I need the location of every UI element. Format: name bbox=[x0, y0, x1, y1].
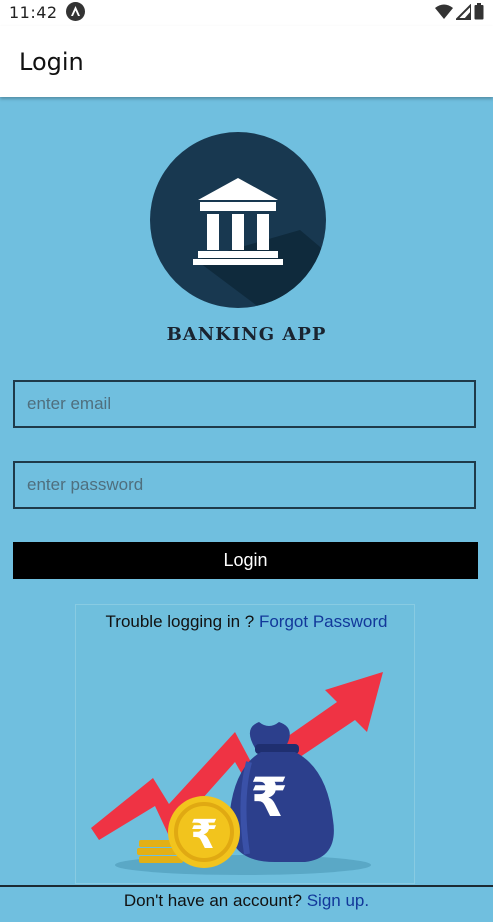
status-bar: 11:42 bbox=[0, 0, 493, 26]
rupee-growth-illustration: ₹ ₹ bbox=[91, 672, 383, 875]
app-bar: Login bbox=[0, 26, 493, 97]
battery-icon bbox=[474, 3, 484, 20]
bank-building-icon bbox=[193, 178, 326, 308]
status-icons bbox=[435, 3, 484, 20]
forgot-password-link[interactable]: Forgot Password bbox=[259, 612, 388, 631]
svg-text:₹: ₹ bbox=[190, 812, 218, 858]
brand-name: BANKING APP bbox=[166, 324, 327, 345]
cellular-signal-icon bbox=[456, 3, 471, 20]
svg-text:₹: ₹ bbox=[250, 766, 288, 829]
app-notification-icon bbox=[66, 2, 85, 21]
trouble-row: Trouble logging in ? Forgot Password bbox=[0, 612, 493, 632]
footer-divider bbox=[0, 885, 493, 887]
status-time: 11:42 bbox=[9, 3, 58, 22]
sign-up-link[interactable]: Sign up. bbox=[307, 891, 369, 910]
wifi-icon bbox=[435, 4, 453, 20]
login-button[interactable]: Login bbox=[13, 542, 478, 579]
page-title: Login bbox=[19, 48, 84, 76]
signup-row: Don't have an account? Sign up. bbox=[0, 891, 493, 911]
trouble-text: Trouble logging in ? bbox=[105, 612, 255, 631]
bank-logo bbox=[150, 132, 326, 308]
password-field[interactable] bbox=[13, 461, 476, 509]
email-field[interactable] bbox=[13, 380, 476, 428]
signup-prompt: Don't have an account? bbox=[123, 891, 302, 910]
